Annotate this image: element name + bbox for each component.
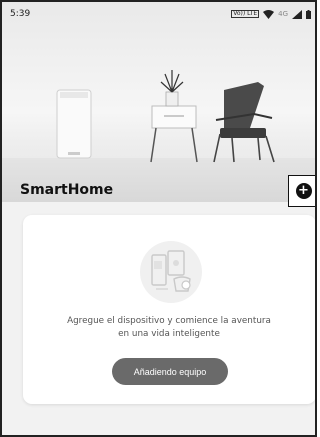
status-bar: 5:39 Vo)) LTE 4G (2, 2, 315, 26)
plus-circle-icon: + (295, 183, 312, 199)
add-device-button[interactable]: Añadiendo equipo (112, 358, 228, 385)
app-screen: 5:39 Vo)) LTE 4G SmartHome + Agregue el … (0, 0, 317, 437)
status-time: 5:39 (10, 9, 31, 19)
page-title: SmartHome (20, 182, 114, 198)
smart-devices-icon (140, 241, 202, 303)
empty-state-message: Agregue el dispositivo y comience la ave… (35, 315, 303, 341)
add-device-header-button[interactable]: + (288, 175, 315, 207)
volte-icon: Vo)) LTE (231, 10, 260, 18)
status-icons: Vo)) LTE 4G (231, 9, 311, 19)
empty-state-message-line2: en una vida inteligente (118, 329, 220, 339)
empty-state-message-line1: Agregue el dispositivo y comience la ave… (67, 316, 271, 326)
title-row: SmartHome + (2, 172, 315, 207)
network-type-label: 4G (278, 10, 288, 18)
empty-state-card: Agregue el dispositivo y comience la ave… (23, 215, 315, 404)
battery-icon (306, 9, 311, 19)
signal-icon (292, 9, 302, 19)
wifi-icon (263, 9, 275, 19)
